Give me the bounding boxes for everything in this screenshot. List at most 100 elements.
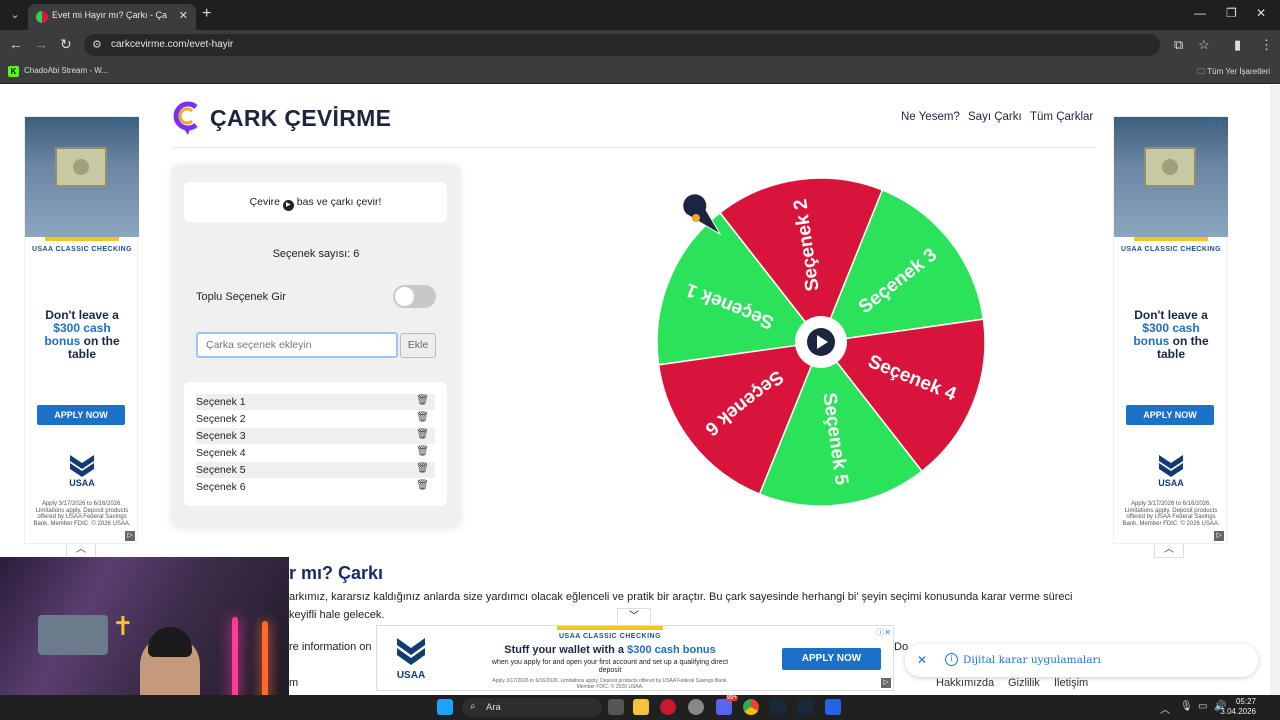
spin-hint: Çevire ▶ bas ve çarkı çevir!: [184, 182, 447, 222]
taskbar-search[interactable]: ⌕ Ara: [462, 698, 602, 717]
usaa-logo-icon: USAA: [397, 638, 425, 680]
extension-icon[interactable]: ▮: [1234, 37, 1241, 53]
task-view-icon[interactable]: [608, 699, 624, 715]
add-option-button[interactable]: Ekle: [400, 333, 436, 358]
usaa-logo-text: USAA: [397, 670, 425, 680]
tab-search-icon[interactable]: ⌄: [6, 6, 24, 24]
side-ad-right[interactable]: ⓘ⋮ USAA CLASSIC CHECKING Don't leave a $…: [1113, 116, 1228, 544]
option-label: Seçenek 2: [196, 413, 246, 425]
ad-choices-icon[interactable]: ▷: [881, 678, 891, 688]
option-label: Seçenek 6: [196, 481, 246, 493]
trash-icon[interactable]: 🗑: [416, 463, 429, 474]
usaa-logo-icon: USAA: [1158, 455, 1184, 487]
bookmark-item[interactable]: ChadoAbi Stream - W...: [24, 66, 108, 75]
ad-choices-icon[interactable]: ▷: [1214, 531, 1224, 541]
all-bookmarks[interactable]: 🗀 Tüm Yer İşaretleri: [1197, 66, 1270, 80]
clock-time: 05:27: [1235, 697, 1256, 706]
ad-info-icon[interactable]: ⓘ⋮: [1208, 118, 1224, 129]
page-scrollbar[interactable]: [1270, 85, 1280, 695]
bulk-entry-label: Toplu Seçenek Gir: [196, 291, 286, 303]
back-icon[interactable]: ←: [9, 36, 23, 52]
mic-icon[interactable]: 🎙: [1180, 701, 1193, 712]
tab-close-icon[interactable]: ✕: [179, 9, 188, 22]
bookmark-star-icon[interactable]: ☆: [1198, 37, 1210, 53]
app-icon[interactable]: [825, 699, 841, 715]
cross-decor-icon: ✝: [112, 611, 134, 641]
usaa-logo-icon: USAA: [69, 455, 95, 487]
footer-link-about[interactable]: Hakkımızda: [936, 677, 994, 689]
ad-info-icon[interactable]: ⓘ⋮: [119, 118, 135, 129]
window-close-icon[interactable]: ✕: [1256, 6, 1266, 20]
chrome-icon[interactable]: [743, 699, 759, 715]
list-item: Seçenek 4 🗑: [196, 445, 435, 461]
ad-collapse-right-icon[interactable]: ︿: [1154, 544, 1184, 558]
browser-tab[interactable]: Evet mi Hayır mı? Çarkı - Çark Çev ✕: [28, 4, 196, 30]
ad-apply-button[interactable]: APPLY NOW: [37, 405, 125, 425]
reload-icon[interactable]: ↻: [60, 36, 72, 53]
site-logo-icon[interactable]: [172, 101, 200, 135]
ad-choices-icon[interactable]: ▷: [125, 531, 135, 541]
install-app-icon[interactable]: ⧉: [1174, 37, 1183, 53]
option-label: Seçenek 5: [196, 464, 246, 476]
headset: [148, 627, 192, 657]
kick-icon: K: [8, 66, 19, 77]
tray-expand-icon[interactable]: ︿: [1160, 701, 1170, 716]
ad-apply-button[interactable]: APPLY NOW: [1126, 405, 1214, 425]
minimize-icon[interactable]: —: [1194, 6, 1206, 20]
forward-icon[interactable]: →: [34, 36, 48, 52]
option-count: Seçenek sayısı: 6: [272, 248, 360, 260]
nav-ne-yesem[interactable]: Ne Yesem?: [901, 111, 960, 123]
trash-icon[interactable]: 🗑: [416, 412, 429, 423]
bulk-entry-toggle[interactable]: [393, 285, 436, 308]
ad-apply-button[interactable]: APPLY NOW: [782, 648, 881, 670]
taskbar-search-label: Ara: [486, 702, 501, 713]
ad-heading: USAA CLASSIC CHECKING: [1121, 246, 1221, 253]
steam-icon[interactable]: [770, 699, 786, 715]
toast-close-icon[interactable]: ✕: [917, 653, 927, 667]
app-icon[interactable]: [688, 699, 704, 715]
taskbar-clock[interactable]: 05:27 3.04.2026: [1220, 697, 1256, 717]
nav-sayi-carki[interactable]: Sayı Çarkı: [968, 111, 1022, 123]
footer-link-privacy[interactable]: Gizlilik: [1008, 677, 1040, 689]
spin-wheel[interactable]: Seçenek 1Seçenek 2 Seçenek 3Seçenek 4Seçe…: [656, 177, 986, 507]
ad-collapse-left-icon[interactable]: ︿: [66, 544, 96, 558]
file-explorer-icon[interactable]: [633, 699, 649, 715]
trash-icon[interactable]: 🗑: [416, 395, 429, 406]
new-tab-icon[interactable]: +: [202, 5, 211, 23]
discord-icon[interactable]: 99+: [716, 695, 738, 715]
ad-image: [1114, 117, 1228, 237]
trash-icon[interactable]: 🗑: [416, 429, 429, 440]
trash-icon[interactable]: 🗑: [416, 446, 429, 457]
restore-icon[interactable]: ❐: [1226, 6, 1237, 20]
ad-info-icon[interactable]: ⓘ✕: [876, 627, 891, 638]
usaa-logo-text: USAA: [1158, 478, 1184, 487]
options-panel: Çevire ▶ bas ve çarkı çevir! Seçenek say…: [172, 164, 460, 526]
option-input[interactable]: [196, 332, 398, 358]
info-icon: i: [945, 653, 958, 666]
bottom-ad-collapse-icon[interactable]: ﹀: [617, 608, 651, 625]
nav-tum-carklar[interactable]: Tüm Çarklar: [1030, 111, 1093, 123]
address-bar[interactable]: ⚙ carkcevirme.com/evet-hayir: [84, 34, 1160, 56]
side-ad-left[interactable]: ⓘ⋮ USAA CLASSIC CHECKING Don't leave a $…: [24, 116, 139, 544]
ad-subtext: when you apply for and open your first a…: [491, 659, 729, 674]
windows-taskbar: ⌕ Ara 99+ ︿ 🎙 ▭ 🔊 05:27 3.04.2026: [0, 695, 1280, 720]
footer-left-text: m: [289, 677, 299, 689]
site-logo-text[interactable]: ÇARK ÇEVİRME: [210, 105, 391, 132]
steam-icon[interactable]: [797, 699, 813, 715]
footer-link-contact[interactable]: İletişim: [1054, 677, 1088, 689]
ad-headline-1: Don't leave a: [1134, 308, 1208, 322]
list-item: Seçenek 1 🗑: [196, 394, 435, 410]
trash-icon[interactable]: 🗑: [416, 480, 429, 491]
mail-badge: 99+: [725, 695, 738, 701]
toast-text[interactable]: Dijital karar uygulamaları: [963, 654, 1101, 666]
options-list: Seçenek 1 🗑 Seçenek 2 🗑 Seçenek 3 🗑 Seçe…: [184, 382, 447, 506]
network-icon[interactable]: ▭: [1198, 701, 1207, 712]
bottom-ad[interactable]: ﹀ USAA USAA CLASSIC CHECKING Stuff your …: [376, 608, 894, 691]
suggestion-toast[interactable]: ✕ i Dijital karar uygulamaları: [905, 644, 1258, 677]
site-info-icon[interactable]: ⚙: [92, 38, 102, 51]
browser-toolbar: ← → ↻ ⚙ carkcevirme.com/evet-hayir ⧉ ☆ ▮…: [0, 30, 1280, 60]
option-label: Seçenek 1: [196, 396, 246, 408]
start-icon[interactable]: [437, 699, 453, 715]
browser-menu-icon[interactable]: ⋮: [1260, 37, 1273, 53]
opera-icon[interactable]: [660, 699, 676, 715]
